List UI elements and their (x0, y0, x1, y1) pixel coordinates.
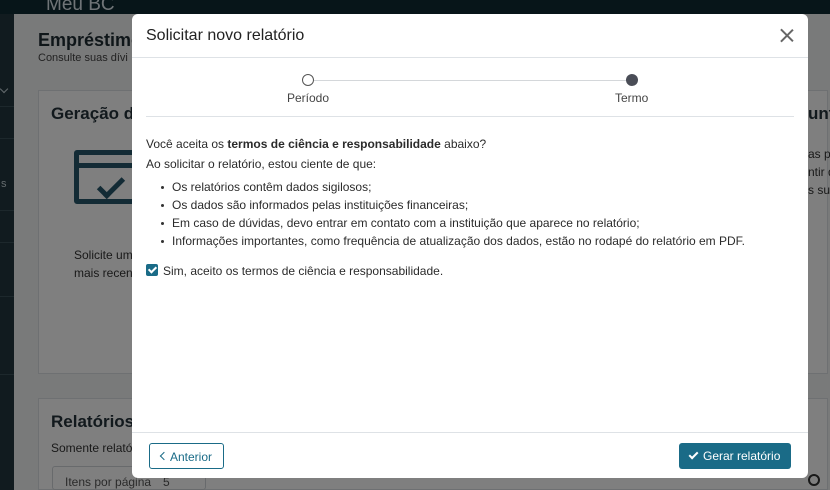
step-label-periodo: Período (287, 91, 330, 105)
step-indicator-termo (626, 74, 638, 86)
accept-terms-checkbox[interactable] (146, 264, 158, 276)
terms-list: Os relatórios contêm dados sigilosos; Os… (146, 178, 745, 250)
modal-footer: Anterior Gerar relatório (132, 432, 808, 478)
close-icon[interactable] (778, 26, 796, 44)
accept-terms-label[interactable]: Sim, aceito os termos de ciência e respo… (163, 264, 443, 278)
check-icon (688, 449, 699, 460)
list-item: Os dados são informados pelas instituiçõ… (146, 196, 745, 214)
list-item: Em caso de dúvidas, devo entrar em conta… (146, 214, 745, 232)
modal-header: Solicitar novo relatório (132, 14, 808, 58)
terms-question-emphasis: termos de ciência e responsabilidade (227, 137, 441, 151)
terms-question: Você aceita os termos de ciência e respo… (146, 137, 487, 151)
step-indicator-periodo[interactable] (302, 74, 314, 86)
generate-report-button[interactable]: Gerar relatório (679, 443, 791, 469)
step-label-termo: Termo (615, 91, 649, 105)
divider (146, 116, 794, 117)
list-item: Informações importantes, como frequência… (146, 232, 745, 250)
terms-intro: Ao solicitar o relatório, estou ciente d… (146, 157, 377, 171)
modal-title: Solicitar novo relatório (146, 27, 305, 44)
generate-report-label: Gerar relatório (703, 449, 781, 463)
list-item: Os relatórios contêm dados sigilosos; (146, 178, 745, 196)
previous-button[interactable]: Anterior (149, 443, 224, 469)
stepper-line (314, 80, 630, 81)
previous-button-label: Anterior (170, 450, 213, 464)
chevron-left-icon (159, 451, 169, 461)
request-report-modal: Solicitar novo relatório Período Termo V… (132, 14, 808, 478)
